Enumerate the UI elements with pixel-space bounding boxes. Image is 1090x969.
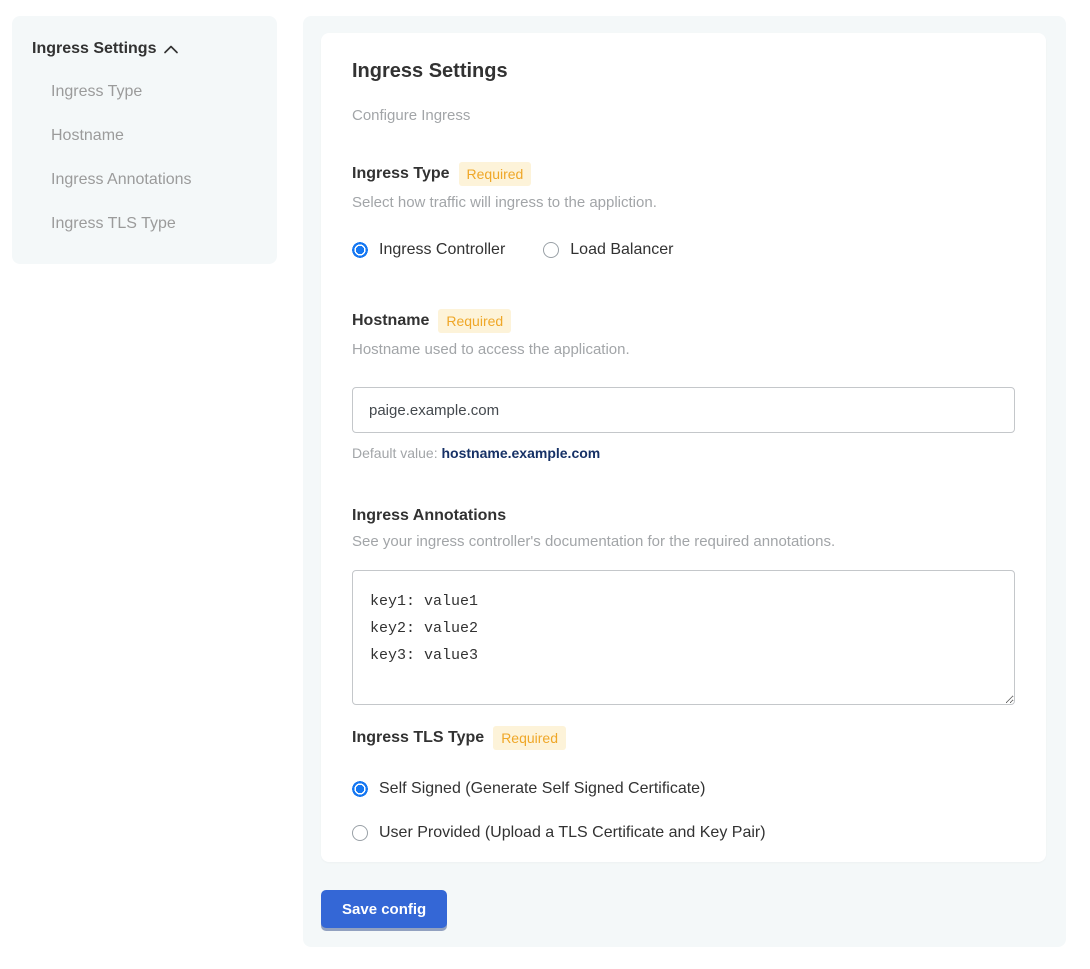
hostname-input[interactable] — [352, 387, 1015, 433]
radio-label[interactable]: Ingress Controller — [379, 241, 505, 259]
sidebar-item-ingress-annotations[interactable]: Ingress Annotations — [51, 171, 257, 189]
section-hostname: Hostname Required Hostname used to acces… — [352, 309, 1015, 461]
sidebar-group-label: Ingress Settings — [32, 40, 156, 58]
required-badge: Required — [438, 309, 511, 333]
annotations-label: Ingress Annotations — [352, 507, 506, 525]
hostname-help: Hostname used to access the application. — [352, 341, 1015, 358]
annotations-textarea[interactable]: key1: value1 key2: value2 key3: value3 — [352, 570, 1015, 705]
self-signed-radio[interactable] — [352, 781, 368, 797]
page-subtitle: Configure Ingress — [352, 107, 1015, 124]
section-ingress-annotations: Ingress Annotations See your ingress con… — [352, 507, 1015, 705]
sidebar-item-list: Ingress Type Hostname Ingress Annotation… — [32, 83, 257, 233]
config-card: Ingress Settings Configure Ingress Ingre… — [321, 33, 1046, 862]
default-value-prefix: Default value: — [352, 445, 442, 461]
ingress-type-radio-group: Ingress Controller Load Balancer — [352, 241, 1015, 259]
ingress-type-label: Ingress Type — [352, 165, 450, 183]
hostname-label: Hostname — [352, 312, 429, 330]
radio-option-user-provided[interactable]: User Provided (Upload a TLS Certificate … — [352, 824, 1015, 842]
sidebar-item-ingress-tls-type[interactable]: Ingress TLS Type — [51, 215, 257, 233]
radio-option-load-balancer[interactable]: Load Balancer — [543, 241, 673, 259]
radio-label[interactable]: User Provided (Upload a TLS Certificate … — [379, 824, 766, 842]
page: Ingress Settings Ingress Type Hostname I… — [0, 0, 1090, 969]
radio-label[interactable]: Self Signed (Generate Self Signed Certif… — [379, 780, 705, 798]
radio-option-ingress-controller[interactable]: Ingress Controller — [352, 241, 505, 259]
ingress-controller-radio[interactable] — [352, 242, 368, 258]
config-nav-sidebar: Ingress Settings Ingress Type Hostname I… — [12, 16, 277, 264]
tls-type-radio-group: Self Signed (Generate Self Signed Certif… — [352, 780, 1015, 842]
hostname-default-line: Default value: hostname.example.com — [352, 445, 1015, 461]
ingress-type-help: Select how traffic will ingress to the a… — [352, 194, 1015, 211]
sidebar-item-hostname[interactable]: Hostname — [51, 127, 257, 145]
save-config-button[interactable]: Save config — [321, 890, 447, 928]
user-provided-radio[interactable] — [352, 825, 368, 841]
section-ingress-tls-type: Ingress TLS Type Required Self Signed (G… — [352, 726, 1015, 842]
required-badge: Required — [459, 162, 532, 186]
section-ingress-type: Ingress Type Required Select how traffic… — [352, 162, 1015, 259]
sidebar-item-ingress-type[interactable]: Ingress Type — [51, 83, 257, 101]
annotations-help: See your ingress controller's documentat… — [352, 533, 1015, 550]
config-main-panel: Ingress Settings Configure Ingress Ingre… — [303, 16, 1066, 947]
default-value-text: hostname.example.com — [442, 445, 601, 461]
required-badge: Required — [493, 726, 566, 750]
sidebar-group-ingress-settings[interactable]: Ingress Settings — [32, 40, 257, 58]
radio-label[interactable]: Load Balancer — [570, 241, 673, 259]
chevron-up-icon — [164, 45, 178, 54]
radio-option-self-signed[interactable]: Self Signed (Generate Self Signed Certif… — [352, 780, 1015, 798]
tls-type-label: Ingress TLS Type — [352, 729, 484, 747]
load-balancer-radio[interactable] — [543, 242, 559, 258]
page-title: Ingress Settings — [352, 60, 1015, 83]
